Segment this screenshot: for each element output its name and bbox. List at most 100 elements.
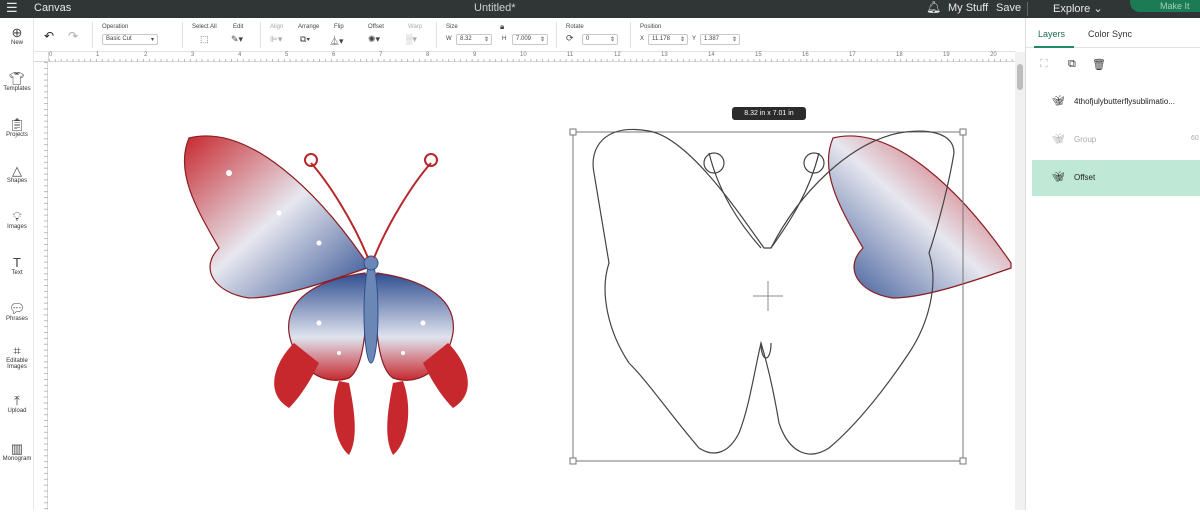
x-position-value: 11.178 <box>652 36 670 42</box>
layer-row[interactable]: 🦋︎ Group 60 <box>1032 122 1200 158</box>
resize-handle[interactable] <box>569 457 577 465</box>
layer-name: Offset <box>1074 173 1096 182</box>
height-input[interactable]: 7.009 ⇕ <box>512 34 548 45</box>
make-it-button[interactable]: Make It <box>1130 0 1200 12</box>
width-input[interactable]: 8.32 ⇕ <box>456 34 492 45</box>
y-position-input[interactable]: 1.387 ⇕ <box>700 34 740 45</box>
panel-tabs: Layers Color Sync <box>1026 18 1200 48</box>
sidebar-item-label: Images <box>7 224 27 230</box>
duplicate-icon[interactable]: ⧉ <box>1068 58 1076 71</box>
sidebar-item-monogram[interactable]: ▥ Monogram <box>0 441 34 463</box>
toolbar-divider <box>260 22 261 48</box>
editable-image-icon: ⌗ <box>13 343 21 358</box>
sidebar-item-templates[interactable]: 👕︎ Templates <box>0 71 34 93</box>
edit-label: Edit <box>233 24 244 30</box>
sidebar-item-label: Shapes <box>6 178 28 184</box>
resize-handle[interactable] <box>569 128 577 136</box>
sidebar-item-editable-images[interactable]: ⌗ Editable Images <box>0 343 34 371</box>
stepper-icon: ⇕ <box>483 37 489 43</box>
align-icon[interactable]: ⊫▾ <box>270 34 282 45</box>
canvas-artwork <box>183 128 1012 465</box>
toolbar-divider <box>182 22 183 48</box>
y-label: Y <box>692 36 697 42</box>
butterfly-outline-icon: 🦋︎ <box>1052 172 1065 183</box>
sidebar-item-images[interactable]: 💡︎ Images <box>0 210 34 231</box>
layer-row[interactable]: 🦋︎ 4thofjulybutterflysublimatio... <box>1032 84 1200 120</box>
layer-name: Group <box>1074 135 1097 144</box>
operation-select[interactable]: Basic Cut ▾ <box>102 34 158 45</box>
flip-label: Flip <box>334 24 344 30</box>
save-button[interactable]: Save <box>996 2 1021 14</box>
stepper-icon: ⇕ <box>539 37 545 43</box>
scrollbar-thumb[interactable] <box>1017 64 1023 90</box>
align-label: Align <box>270 24 284 30</box>
vertical-scrollbar[interactable] <box>1015 52 1025 510</box>
bell-icon[interactable]: 🔔︎ <box>926 0 941 14</box>
select-all-label: Select All <box>192 24 217 30</box>
design-canvas[interactable] <box>49 63 1015 510</box>
sidebar-item-label: Templates <box>3 86 31 92</box>
layer-value: 60 <box>1191 135 1199 142</box>
document-title[interactable]: Untitled* <box>474 2 516 14</box>
arrange-icon[interactable]: ⧉▾ <box>300 34 310 45</box>
plus-circle-icon: ⊕ <box>11 25 23 40</box>
offset-icon[interactable]: ✺▾ <box>368 34 380 45</box>
vertical-ruler <box>34 62 48 510</box>
pencil-icon[interactable]: ✎▾ <box>231 34 243 45</box>
trash-icon[interactable]: 🗑︎ <box>1092 58 1106 71</box>
toolbar-divider <box>556 22 557 48</box>
offset-label: Offset <box>368 24 384 30</box>
sidebar-item-shapes[interactable]: △ Shapes <box>0 164 34 185</box>
flip-icon[interactable]: ⏅▾ <box>330 34 344 47</box>
explore-label: Explore <box>1053 3 1091 15</box>
my-stuff-link[interactable]: My Stuff <box>948 2 988 14</box>
sidebar-item-upload[interactable]: ⤒ Upload <box>0 393 34 415</box>
toolbar-divider <box>630 22 631 48</box>
hamburger-icon[interactable]: ☰ <box>6 1 18 15</box>
warp-icon[interactable]: ▒▾ <box>406 34 417 45</box>
resize-handle[interactable] <box>959 457 967 465</box>
sidebar-item-label: New <box>10 40 23 46</box>
explore-menu[interactable]: Explore ⌄ <box>1053 2 1103 15</box>
chevron-down-icon: ⌄ <box>1093 3 1103 15</box>
rotate-input[interactable]: 0 ⇕ <box>582 34 618 45</box>
operation-label: Operation <box>102 24 129 30</box>
layer-row-selected[interactable]: 🦋︎ Offset <box>1032 160 1200 196</box>
ruler-corner <box>34 52 49 62</box>
tab-color-sync[interactable]: Color Sync <box>1088 29 1132 39</box>
height-value: 7.009 <box>516 36 532 42</box>
rotate-value: 0 <box>586 36 590 42</box>
rotate-icon[interactable]: ⟳ <box>566 33 574 44</box>
size-label: Size <box>446 24 458 30</box>
rotate-label: Rotate <box>566 24 584 30</box>
layer-name: 4thofjulybutterflysublimatio... <box>1074 97 1175 106</box>
resize-handle[interactable] <box>959 128 967 136</box>
lock-icon[interactable]: 🔒︎ <box>500 22 504 32</box>
y-position-value: 1.387 <box>704 36 720 42</box>
arrange-label: Arrange <box>298 24 320 30</box>
sidebar-item-text[interactable]: T Text <box>0 256 34 277</box>
monogram-icon: ▥ <box>10 441 24 456</box>
sidebar-item-projects[interactable]: 📋︎ Projects <box>0 118 34 139</box>
dimension-tooltip: 8.32 in x 7.01 in <box>732 107 806 120</box>
sidebar-item-label: Phrases <box>5 316 28 322</box>
select-all-icon[interactable]: ⬚ <box>200 34 209 45</box>
shirt-icon: 👕︎ <box>8 71 26 86</box>
upload-icon: ⤒ <box>14 393 20 408</box>
width-label: W <box>446 36 452 42</box>
ungroup-icon[interactable]: ⛶ <box>1040 58 1048 71</box>
x-position-input[interactable]: 11.178 ⇕ <box>648 34 688 45</box>
butterfly-image[interactable] <box>183 135 1012 455</box>
width-value: 8.32 <box>460 36 472 42</box>
edit-toolbar: ↶ ↷ Operation Basic Cut ▾ Select All ⬚ Ed… <box>34 18 1015 52</box>
sidebar-item-label: Editable Images <box>6 358 28 370</box>
undo-icon[interactable]: ↶ <box>44 29 54 43</box>
left-sidebar: ⊕ New 👕︎ Templates 📋︎ Projects △ Shapes 💡︎ Im… <box>0 18 34 510</box>
x-label: X <box>640 36 645 42</box>
tab-layers[interactable]: Layers <box>1038 29 1065 39</box>
chevron-down-icon: ▾ <box>150 37 154 43</box>
position-label: Position <box>640 24 662 30</box>
sidebar-item-phrases[interactable]: 💬︎ Phrases <box>0 302 34 323</box>
redo-icon[interactable]: ↷ <box>68 29 78 43</box>
sidebar-item-new[interactable]: ⊕ New <box>0 25 34 47</box>
